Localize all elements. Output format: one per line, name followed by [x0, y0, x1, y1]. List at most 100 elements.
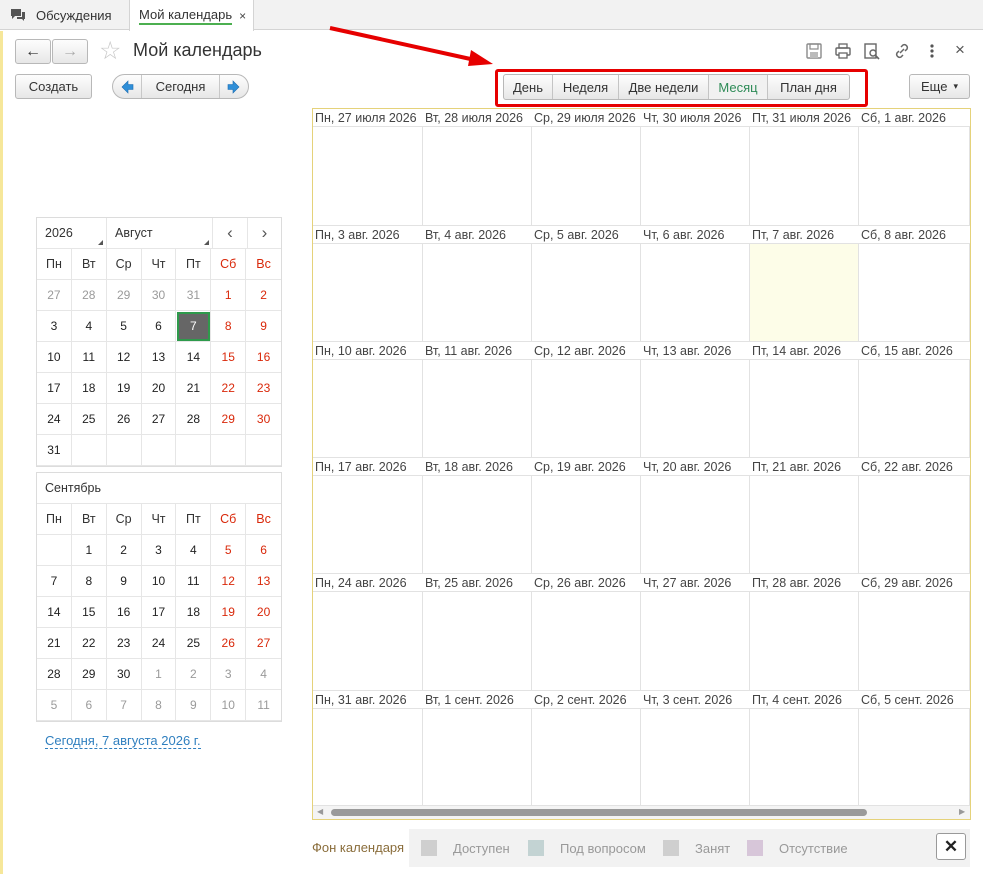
day-cell[interactable] [641, 244, 750, 342]
mini-day[interactable]: 25 [176, 628, 212, 659]
day-cell[interactable] [313, 360, 423, 458]
day-cell[interactable] [859, 709, 970, 806]
mini-day[interactable]: 23 [106, 628, 142, 659]
today-link[interactable]: Сегодня, 7 августа 2026 г. [45, 733, 201, 749]
day-cell[interactable] [750, 709, 859, 806]
day-cell[interactable] [750, 360, 859, 458]
view-month-button[interactable]: Месяц [709, 75, 768, 99]
day-cell[interactable] [859, 476, 970, 574]
mini-day[interactable]: 16 [246, 342, 282, 373]
mini-day[interactable]: 20 [246, 597, 282, 628]
day-cell[interactable] [641, 709, 750, 806]
mini-day[interactable]: 30 [106, 659, 142, 690]
mini-day[interactable]: 8 [141, 690, 177, 721]
mini-day[interactable]: 3 [141, 535, 177, 566]
mini-day[interactable]: 31 [176, 280, 212, 311]
mini-day[interactable]: 6 [246, 535, 282, 566]
mini-day[interactable]: 17 [37, 373, 72, 404]
mini-day[interactable]: 10 [211, 690, 247, 721]
mini-day[interactable]: 7 [106, 690, 142, 721]
mini-day[interactable]: 11 [176, 566, 212, 597]
mini-day[interactable]: 15 [71, 597, 107, 628]
mini-day[interactable]: 5 [211, 535, 247, 566]
scrollbar-thumb[interactable] [331, 809, 867, 816]
view-day-plan-button[interactable]: План дня [768, 75, 849, 99]
scroll-left-icon[interactable]: ◀ [317, 807, 323, 816]
day-cell[interactable] [532, 476, 641, 574]
mini-day[interactable]: 2 [246, 280, 282, 311]
save-icon[interactable] [805, 42, 823, 60]
day-cell[interactable] [423, 592, 532, 691]
horizontal-scrollbar[interactable]: ◀ ▶ [313, 806, 970, 819]
mini-day[interactable]: 8 [211, 311, 247, 342]
day-cell[interactable] [859, 244, 970, 342]
mini-day[interactable]: 28 [37, 659, 72, 690]
day-cell[interactable] [423, 709, 532, 806]
day-cell[interactable] [313, 127, 423, 226]
view-week-button[interactable]: Неделя [553, 75, 619, 99]
forward-button[interactable]: → [52, 39, 88, 64]
mini-day[interactable]: 27 [246, 628, 282, 659]
mini-day[interactable]: 1 [71, 535, 107, 566]
day-cell[interactable] [313, 592, 423, 691]
day-cell[interactable] [641, 592, 750, 691]
mini-day[interactable]: 10 [141, 566, 177, 597]
day-cell[interactable] [750, 244, 859, 342]
day-cell[interactable] [641, 360, 750, 458]
mini-day[interactable]: 2 [176, 659, 212, 690]
mini-day[interactable]: 16 [106, 597, 142, 628]
print-icon[interactable] [834, 42, 852, 60]
mini-day[interactable]: 3 [37, 311, 72, 342]
day-cell[interactable] [423, 127, 532, 226]
mini-day[interactable]: 30 [246, 404, 282, 435]
day-cell[interactable] [313, 709, 423, 806]
mini-day[interactable]: 3 [211, 659, 247, 690]
mini-day[interactable]: 26 [211, 628, 247, 659]
preview-icon[interactable] [863, 42, 881, 60]
mini-day[interactable]: 13 [141, 342, 177, 373]
previous-period-icon[interactable] [120, 79, 134, 94]
month-select[interactable]: Август [107, 218, 213, 248]
day-cell[interactable] [641, 476, 750, 574]
day-cell[interactable] [532, 592, 641, 691]
mini-day[interactable]: 17 [141, 597, 177, 628]
mini-day[interactable]: 28 [176, 404, 212, 435]
day-cell[interactable] [750, 476, 859, 574]
mini-day[interactable]: 29 [106, 280, 142, 311]
mini-day[interactable]: 9 [176, 690, 212, 721]
mini-day[interactable]: 4 [71, 311, 107, 342]
day-cell[interactable] [313, 476, 423, 574]
mini-day[interactable]: 11 [246, 690, 282, 721]
mini-day[interactable]: 30 [141, 280, 177, 311]
day-cell[interactable] [313, 244, 423, 342]
mini-day[interactable]: 27 [141, 404, 177, 435]
close-legend-button[interactable]: ✕ [936, 833, 966, 860]
mini-day[interactable]: 7 [176, 311, 212, 342]
mini-day[interactable]: 19 [211, 597, 247, 628]
mini-day[interactable]: 12 [106, 342, 142, 373]
mini-day[interactable]: 19 [106, 373, 142, 404]
day-cell[interactable] [532, 127, 641, 226]
mini-day[interactable]: 21 [37, 628, 72, 659]
mini-day[interactable]: 6 [141, 311, 177, 342]
day-cell[interactable] [423, 360, 532, 458]
mini-day[interactable]: 1 [141, 659, 177, 690]
tab-my-calendar[interactable]: Мой календарь × [129, 0, 254, 31]
mini-day[interactable]: 12 [211, 566, 247, 597]
create-button[interactable]: Создать [15, 74, 92, 99]
link-icon[interactable] [893, 42, 911, 60]
back-button[interactable]: ← [15, 39, 51, 64]
next-period-icon[interactable] [227, 79, 241, 94]
day-cell[interactable] [859, 127, 970, 226]
mini-day[interactable]: 14 [176, 342, 212, 373]
day-cell[interactable] [750, 592, 859, 691]
mini-day[interactable]: 26 [106, 404, 142, 435]
mini-day[interactable]: 22 [211, 373, 247, 404]
mini-day[interactable]: 21 [176, 373, 212, 404]
day-cell[interactable] [859, 592, 970, 691]
mini-day[interactable]: 29 [211, 404, 247, 435]
mini-day[interactable]: 8 [71, 566, 107, 597]
mini-day[interactable]: 18 [71, 373, 107, 404]
mini-day[interactable]: 13 [246, 566, 282, 597]
mini-day[interactable]: 31 [37, 435, 72, 466]
